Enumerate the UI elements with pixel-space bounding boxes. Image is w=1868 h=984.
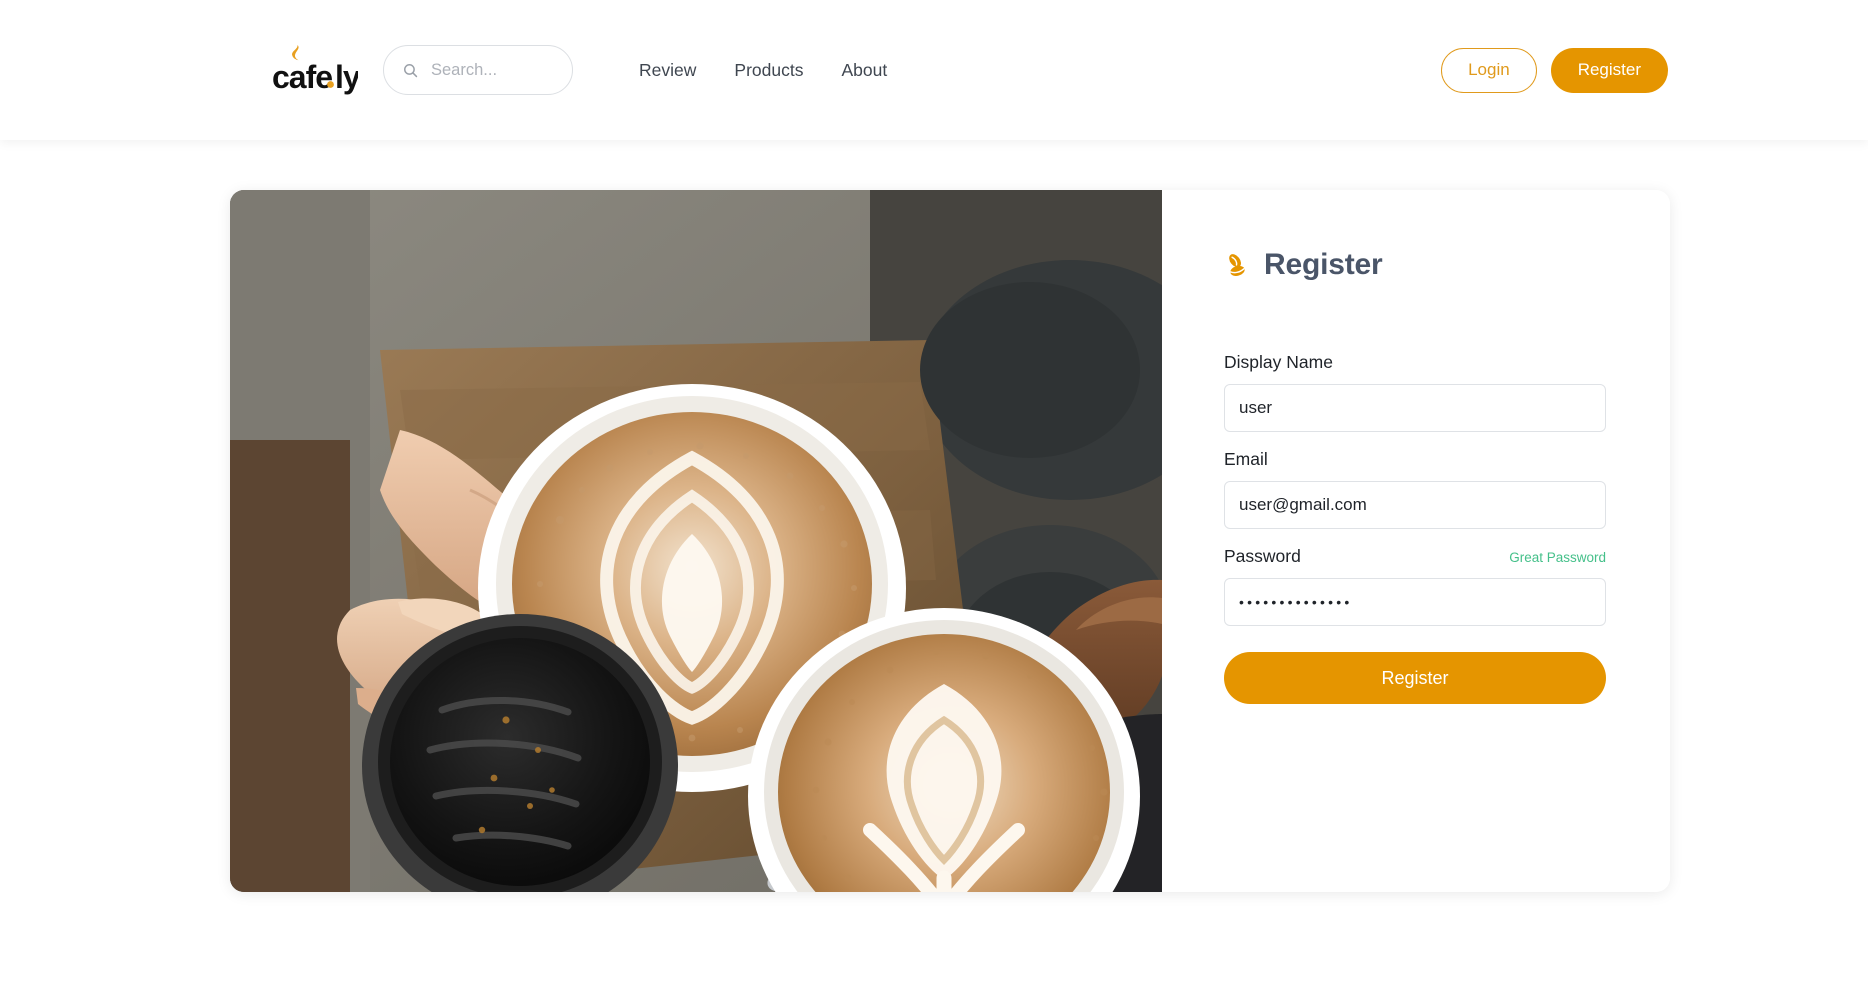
display-name-label-row: Display Name [1224, 352, 1606, 373]
search-box[interactable] [383, 45, 573, 95]
password-strength-hint: Great Password [1509, 550, 1606, 565]
display-name-label: Display Name [1224, 352, 1333, 372]
nav-item-products[interactable]: Products [734, 54, 803, 87]
header-inner: cafe ly Review Products About Login Regi… [0, 0, 1868, 140]
coffee-photo-illustration [230, 190, 1162, 892]
password-input[interactable]: •••••••••••••• [1224, 578, 1606, 626]
header-register-button[interactable]: Register [1550, 47, 1668, 93]
display-name-input[interactable] [1224, 384, 1606, 432]
email-label: Email [1224, 449, 1268, 469]
site-header: cafe ly Review Products About Login Regi… [0, 0, 1868, 140]
auth-button-group: Login Register [1441, 47, 1668, 93]
email-field-group: Email [1224, 449, 1606, 529]
email-input[interactable] [1224, 481, 1606, 529]
coffee-photo [230, 190, 1162, 892]
search-icon [404, 63, 418, 77]
nav-item-about[interactable]: About [841, 54, 887, 87]
cafely-logo[interactable]: cafe ly [272, 41, 358, 99]
nav-item-review[interactable]: Review [639, 54, 696, 87]
register-form-header: Register [1224, 248, 1606, 282]
submit-register-button[interactable]: Register [1224, 652, 1606, 704]
email-label-row: Email [1224, 449, 1606, 470]
search-input[interactable] [431, 60, 561, 80]
login-button[interactable]: Login [1441, 47, 1537, 93]
page-body: Register Display Name Email Password [0, 140, 1868, 984]
display-name-field-group: Display Name [1224, 352, 1606, 432]
password-field-group: Password Great Password •••••••••••••• [1224, 546, 1606, 626]
page-title: Register [1264, 248, 1383, 281]
svg-text:ly: ly [335, 59, 358, 95]
register-form-panel: Register Display Name Email Password [1162, 190, 1670, 892]
coffee-bean-icon [1229, 253, 1245, 276]
password-label: Password [1224, 546, 1301, 566]
password-label-row: Password Great Password [1224, 546, 1606, 567]
register-card: Register Display Name Email Password [230, 190, 1670, 892]
svg-text:cafe: cafe [272, 59, 332, 95]
main-nav: Review Products About [639, 54, 887, 87]
cafely-steam-logo-icon: cafe ly [272, 45, 358, 95]
